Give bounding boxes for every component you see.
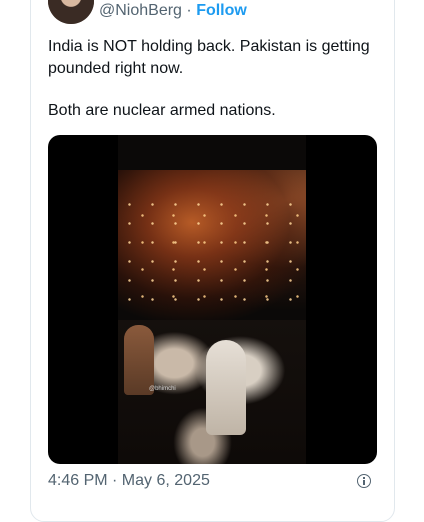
author-handle[interactable]: @NiohBerg <box>99 2 182 19</box>
tweet-text: India is NOT holding back. Pakistan is g… <box>48 36 383 122</box>
author-avatar[interactable] <box>48 0 94 24</box>
video-frame: @bhimchi <box>118 135 306 464</box>
tweet-paragraph: India is NOT holding back. Pakistan is g… <box>48 38 370 77</box>
handle-separator: · <box>186 2 192 19</box>
sparks <box>118 195 306 305</box>
person-figure <box>206 340 246 435</box>
tweet-video[interactable]: @bhimchi <box>48 135 377 464</box>
info-icon[interactable] <box>357 474 371 488</box>
tweet-timestamp[interactable]: 4:46 PM · May 6, 2025 <box>48 472 210 490</box>
video-watermark: @bhimchi <box>149 386 176 392</box>
follow-button[interactable]: Follow <box>196 2 247 19</box>
tweet-paragraph: Both are nuclear armed nations. <box>48 102 276 119</box>
person-figure <box>124 325 154 395</box>
avatar-image <box>48 0 94 24</box>
author-row: @NiohBerg · Follow <box>99 2 247 20</box>
